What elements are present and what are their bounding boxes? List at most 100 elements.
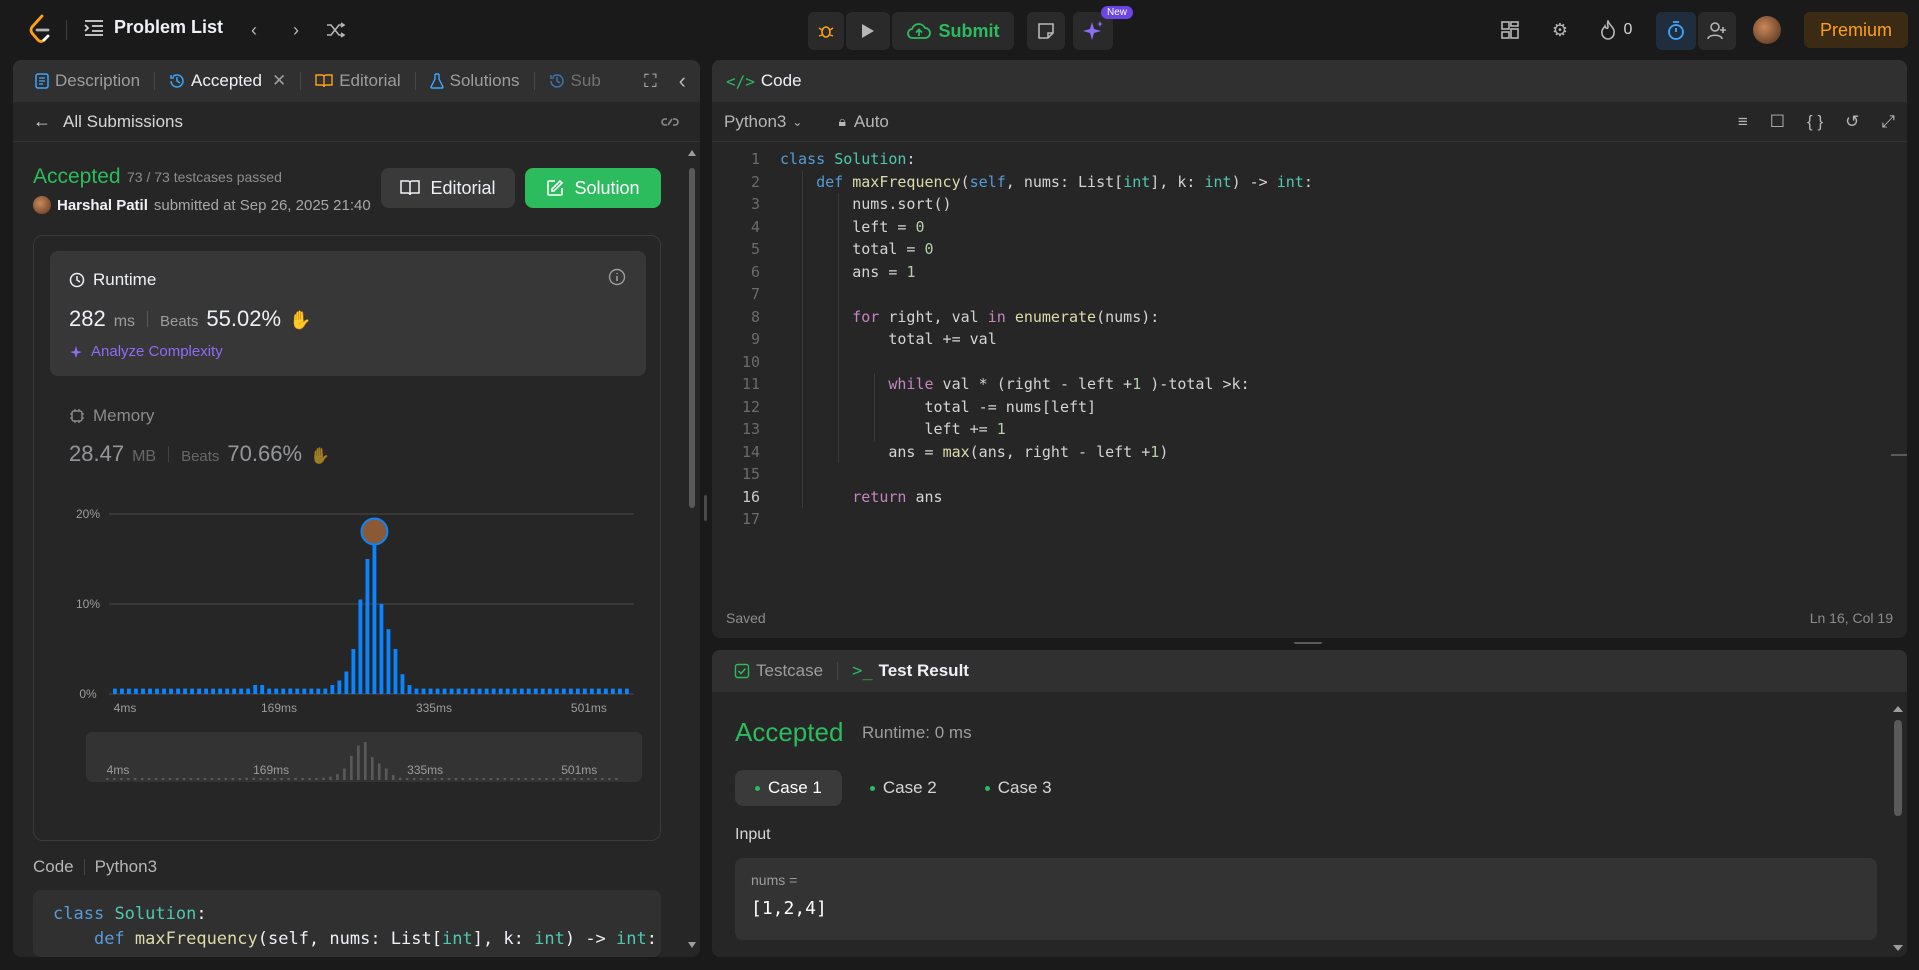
overview-bar bbox=[524, 778, 527, 780]
chart-bar bbox=[428, 688, 433, 694]
chart-bar bbox=[120, 688, 124, 694]
run-button[interactable] bbox=[846, 12, 890, 50]
code-editor[interactable]: 1 class Solution: 2 def maxFrequency(self,… bbox=[712, 148, 1907, 588]
tab-description[interactable]: Description bbox=[27, 71, 148, 91]
prev-problem-button[interactable]: ‹ bbox=[242, 18, 266, 42]
chart-bar bbox=[274, 688, 279, 694]
format-icon[interactable]: ≡ bbox=[1738, 112, 1748, 132]
overview-bar bbox=[461, 778, 465, 780]
edit-icon bbox=[547, 179, 564, 196]
code-panel-header: </> Code bbox=[712, 60, 1907, 102]
tab-solutions[interactable]: Solutions bbox=[422, 71, 528, 91]
random-problem-button[interactable] bbox=[324, 18, 348, 42]
code-label: Code bbox=[33, 857, 74, 876]
chart-bar bbox=[568, 688, 573, 694]
runtime-card[interactable]: Runtime 282 ms Beats 55.02% ✋ Analyze Co… bbox=[50, 251, 646, 376]
close-icon[interactable]: ✕ bbox=[272, 71, 286, 91]
overview-bar bbox=[447, 778, 451, 780]
tab-test-result[interactable]: >_ Test Result bbox=[844, 661, 977, 681]
overview-tick-label: 4ms bbox=[107, 763, 130, 777]
overview-bar bbox=[454, 778, 458, 780]
link-icon[interactable] bbox=[660, 115, 680, 129]
editorial-button[interactable]: Editorial bbox=[381, 168, 515, 208]
scrollbar[interactable] bbox=[688, 150, 696, 950]
chart-bar bbox=[148, 688, 152, 694]
overview-bar bbox=[266, 778, 269, 780]
user-avatar[interactable] bbox=[1753, 16, 1781, 44]
code-line: return ans bbox=[852, 487, 943, 506]
pass-dot bbox=[984, 785, 990, 791]
editorial-button-label: Editorial bbox=[430, 177, 496, 198]
settings-button[interactable]: ⚙ bbox=[1548, 18, 1572, 42]
solution-button[interactable]: Solution bbox=[525, 168, 661, 208]
submitted-code: class Solution: def maxFrequency(self, n… bbox=[33, 890, 661, 957]
add-friend-button[interactable] bbox=[1698, 12, 1736, 50]
debug-button[interactable] bbox=[808, 12, 844, 50]
layout-button[interactable] bbox=[1498, 18, 1522, 42]
line-number: 5 bbox=[750, 240, 760, 258]
streak-counter[interactable]: 0 bbox=[1596, 18, 1636, 42]
all-submissions-label: All Submissions bbox=[63, 111, 183, 131]
tab-submissions[interactable]: Sub bbox=[541, 71, 609, 91]
code-line: while val * (right - left +1 )-total >k: bbox=[888, 375, 1250, 393]
tab-testcase[interactable]: Testcase bbox=[726, 661, 831, 681]
mode-value[interactable]: Auto bbox=[854, 112, 889, 132]
indent-guide bbox=[874, 373, 875, 441]
notes-button[interactable] bbox=[1027, 12, 1065, 50]
chart-bar bbox=[393, 649, 398, 694]
scrollbar[interactable] bbox=[1893, 706, 1903, 951]
all-submissions-link[interactable]: ← All Submissions bbox=[13, 102, 700, 142]
leetcode-logo[interactable] bbox=[28, 14, 52, 44]
stopwatch-icon bbox=[1668, 21, 1684, 40]
chevron-left-icon: ‹ bbox=[251, 19, 257, 40]
vertical-splitter[interactable] bbox=[704, 495, 707, 521]
horizontal-splitter[interactable] bbox=[1294, 642, 1322, 644]
overview-bar bbox=[580, 778, 583, 780]
bookmark-icon[interactable]: ☐ bbox=[1770, 112, 1785, 132]
submitter-name[interactable]: Harshal Patil bbox=[57, 197, 148, 214]
overview-bar bbox=[350, 755, 353, 780]
reset-icon[interactable]: ↺ bbox=[1845, 112, 1859, 132]
maximize-icon[interactable]: ⛶ bbox=[644, 71, 657, 92]
timer-button[interactable] bbox=[1656, 12, 1696, 50]
chart-bar bbox=[407, 685, 412, 694]
line-number: 9 bbox=[750, 330, 760, 348]
chart-bar bbox=[617, 688, 622, 694]
next-problem-button[interactable]: › bbox=[284, 18, 308, 42]
language-select[interactable]: Python3 ⌄ bbox=[724, 112, 802, 132]
y-tick-label: 0% bbox=[79, 687, 97, 701]
submit-button[interactable]: Submit bbox=[892, 12, 1014, 50]
collapse-icon[interactable]: ‹ bbox=[679, 68, 686, 94]
chart-bar bbox=[225, 688, 230, 694]
chart-bar bbox=[561, 688, 566, 694]
braces-icon[interactable]: { } bbox=[1807, 112, 1823, 132]
chevron-right-icon: › bbox=[293, 19, 299, 40]
chart-bar bbox=[113, 688, 117, 694]
chart-bar bbox=[414, 688, 419, 694]
info-icon[interactable] bbox=[608, 268, 626, 286]
case-tab[interactable]: Case 2 bbox=[850, 770, 957, 806]
code-header: Code Python3 bbox=[33, 857, 157, 877]
tab-accepted[interactable]: Accepted ✕ bbox=[161, 71, 294, 91]
input-box: nums = [1,2,4] bbox=[735, 858, 1877, 940]
case-label: Case 1 bbox=[768, 778, 822, 797]
tab-editorial[interactable]: Editorial bbox=[307, 71, 408, 91]
problem-list-link[interactable]: Problem List bbox=[84, 17, 223, 38]
memory-label-row[interactable]: Memory bbox=[69, 406, 154, 426]
book-icon bbox=[400, 180, 421, 196]
overview-bar bbox=[377, 763, 381, 780]
cursor-position: Ln 16, Col 19 bbox=[1809, 610, 1893, 626]
overview-bar bbox=[594, 778, 597, 780]
expand-icon[interactable]: ⤢ bbox=[1881, 112, 1895, 132]
case-tab[interactable]: Case 3 bbox=[965, 770, 1072, 806]
analyze-complexity-button[interactable]: Analyze Complexity bbox=[69, 343, 223, 360]
memory-value: 28.47 bbox=[69, 441, 125, 466]
submit-label: Submit bbox=[938, 20, 1000, 41]
editor-scroll-marker bbox=[1891, 454, 1907, 456]
fire-icon bbox=[1600, 20, 1615, 40]
premium-button[interactable]: Premium bbox=[1804, 12, 1908, 48]
chart-bar bbox=[456, 688, 461, 694]
case-tab[interactable]: Case 1 bbox=[735, 770, 842, 806]
chart-bar bbox=[127, 688, 131, 694]
runtime-distribution-chart[interactable]: 0% 10% 20% 4ms 169ms 335ms 501ms 4ms 169ms 335ms 5… bbox=[34, 506, 662, 836]
